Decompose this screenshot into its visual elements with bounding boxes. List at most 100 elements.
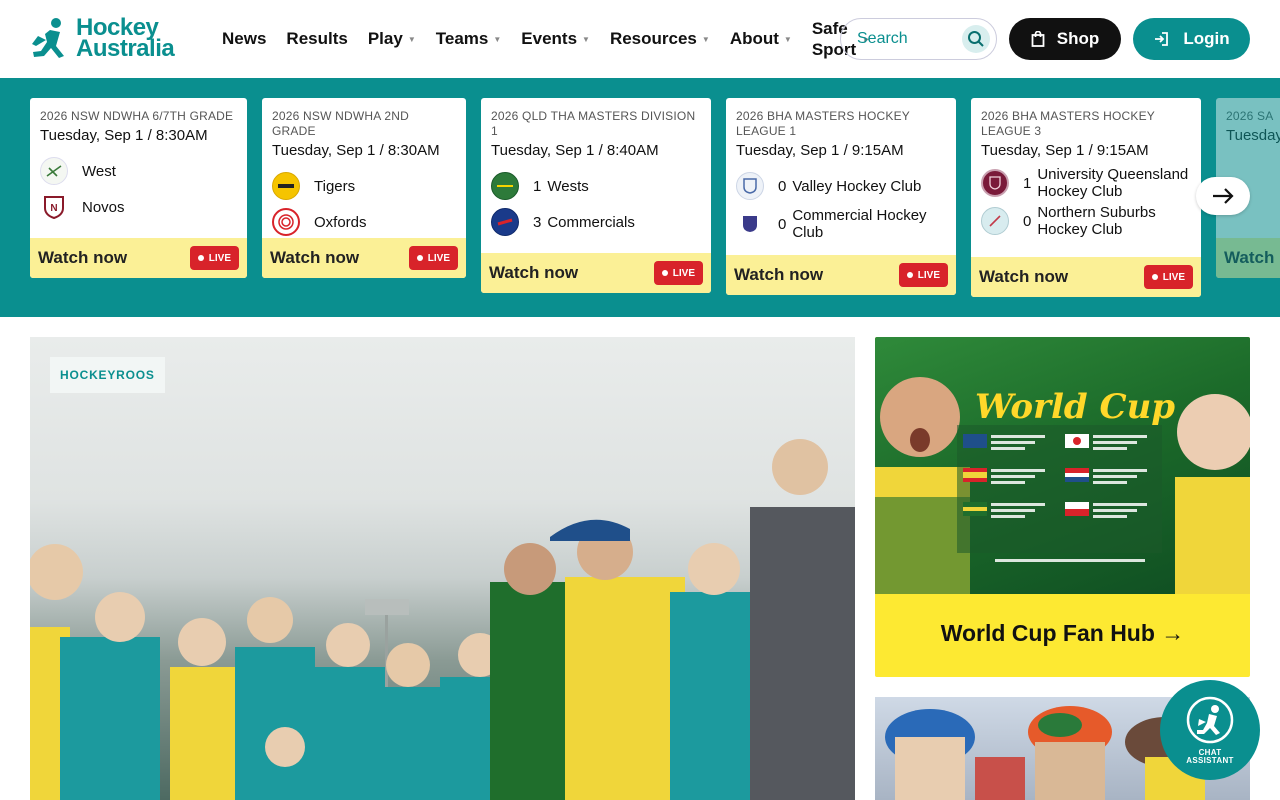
team-logo-icon (272, 208, 300, 236)
chevron-down-icon: ▼ (783, 34, 792, 44)
main-nav: News Results Play ▼ Teams ▼ Events ▼ Resour… (222, 0, 881, 78)
site-header: Hockey Australia News Results Play ▼ Team… (0, 0, 1280, 78)
team-name: Commercials (547, 213, 635, 231)
away-team: N Novos (30, 189, 247, 225)
team-logo-icon (981, 207, 1009, 235)
home-team: West (30, 153, 247, 189)
competition-name: 2026 QLD THA MASTERS DIVISION 1 (491, 109, 696, 138)
arrow-right-icon (1213, 188, 1234, 204)
live-badge: LIVE (1143, 265, 1193, 289)
live-badge: LIVE (898, 263, 948, 287)
watch-now-label: Watch now (38, 248, 128, 267)
competition-name: 2026 BHA MASTERS HOCKEY LEAGUE 3 (981, 109, 1155, 138)
watch-now-bar[interactable]: Watch now LIVE (262, 238, 466, 278)
match-date: Tuesday, Sep 1 / 8:30AM (40, 127, 208, 144)
team-logo-icon (40, 157, 68, 185)
team-score: 1 (533, 177, 542, 195)
world-cup-promo-card[interactable]: World Cup World Cup Fan Hub → (875, 337, 1250, 677)
competition-name: 2026 NSW NDWHA 6/7TH GRADE (40, 109, 234, 123)
nav-resources[interactable]: Resources ▼ (610, 29, 710, 49)
team-name: University Queensland Hockey Club (1037, 166, 1189, 200)
team-name: Oxfords (314, 213, 367, 231)
match-card[interactable]: 2026 QLD THA MASTERS DIVISION 1 Tuesday,… (481, 98, 711, 293)
team-logo-icon (272, 172, 300, 200)
competition-name: 2026 BHA MASTERS HOCKEY LEAGUE 1 (736, 109, 910, 138)
chat-label-line-2: ASSISTANT (1186, 756, 1234, 765)
hockey-player-chat-icon (1186, 696, 1234, 744)
team-name: Novos (82, 198, 125, 216)
nav-about[interactable]: About ▼ (730, 29, 792, 49)
nav-results[interactable]: Results (286, 29, 347, 49)
team-logo-icon (491, 208, 519, 236)
match-card[interactable]: 2026 NSW NDWHA 6/7TH GRADE Tuesday, Sep … (30, 98, 247, 278)
search-icon[interactable] (962, 25, 990, 53)
watch-now-bar[interactable]: Watch now LIVE (30, 238, 247, 278)
watch-now-label: Watch now (489, 263, 579, 282)
svg-text:N: N (50, 203, 57, 214)
watch-now-bar[interactable]: Watch now LIVE (971, 257, 1201, 297)
watch-now-label: Watch now (734, 265, 824, 284)
category-tag[interactable]: HOCKEYROOS (50, 357, 165, 393)
chevron-down-icon: ▼ (582, 34, 590, 44)
competition-name: 2026 SA (1226, 109, 1274, 123)
world-cup-fan-hub-link[interactable]: World Cup Fan Hub → (875, 620, 1250, 647)
team-logo-icon (981, 169, 1009, 197)
search-input[interactable] (857, 30, 957, 48)
team-logo-icon: N (40, 193, 68, 221)
team-name: West (82, 162, 116, 180)
shopping-bag-icon (1031, 31, 1045, 47)
away-team: 0 Northern Suburbs Hockey Club (971, 202, 1201, 240)
hero-feature-story[interactable]: HOCKEYROOS (30, 337, 855, 800)
team-name: Valley Hockey Club (792, 177, 922, 195)
team-score: 0 (778, 215, 787, 233)
carousel-next-button[interactable] (1196, 177, 1250, 215)
watch-now-label: Watch now (270, 248, 360, 267)
live-scores-carousel: 2026 NSW NDWHA 6/7TH GRADE Tuesday, Sep … (0, 78, 1280, 317)
team-score: 3 (533, 213, 542, 231)
match-date: Tuesday, Sep 1 / 9:15AM (981, 142, 1149, 159)
hockey-australia-logo[interactable]: Hockey Australia (30, 16, 175, 62)
away-team: Oxfords (262, 204, 466, 240)
team-score: 1 (1023, 174, 1032, 192)
logo-line-2: Australia (76, 35, 175, 62)
home-team: 0 Valley Hockey Club (726, 168, 956, 204)
nav-news[interactable]: News (222, 29, 266, 49)
home-team: 1 University Queensland Hockey Club (971, 164, 1201, 202)
watch-now-bar[interactable]: Watch now LIVE (726, 255, 956, 295)
chevron-down-icon: ▼ (701, 34, 710, 44)
away-team: 0 Commercial Hockey Club (726, 204, 956, 244)
watch-now-bar[interactable]: Watch now LIVE (481, 253, 711, 293)
chevron-down-icon: ▼ (493, 34, 502, 44)
hockeyroos-team-photo (30, 439, 855, 800)
match-card[interactable]: 2026 BHA MASTERS HOCKEY LEAGUE 1 Tuesday… (726, 98, 956, 295)
world-cup-banner-image (875, 337, 1250, 594)
match-card[interactable]: 2026 BHA MASTERS HOCKEY LEAGUE 3 Tuesday… (971, 98, 1201, 297)
match-date: Tuesday, Sep 1 / 8:40AM (491, 142, 659, 159)
team-name: Commercial Hockey Club (792, 207, 927, 241)
watch-now-label: Watch now (979, 267, 1069, 286)
team-score: 0 (778, 177, 787, 195)
team-score: 0 (1023, 212, 1032, 230)
nav-teams[interactable]: Teams ▼ (436, 29, 502, 49)
match-date: Tuesday, Sep 1 / 8:30AM (272, 142, 440, 159)
team-logo-icon (736, 172, 764, 200)
away-team: 3 Commercials (481, 204, 711, 240)
live-badge: LIVE (189, 246, 239, 270)
match-card[interactable]: 2026 NSW NDWHA 2ND GRADE Tuesday, Sep 1 … (262, 98, 466, 278)
chevron-down-icon: ▼ (407, 34, 416, 44)
watch-now-bar[interactable]: Watch now (1216, 238, 1280, 278)
nav-play[interactable]: Play ▼ (368, 29, 416, 49)
home-team: Tigers (262, 168, 466, 204)
home-team: 1 Wests (481, 168, 711, 204)
team-logo-icon (736, 210, 764, 238)
shop-button[interactable]: Shop (1009, 18, 1121, 60)
nav-events[interactable]: Events ▼ (521, 29, 590, 49)
watch-now-label: Watch now (1224, 248, 1280, 267)
search-box (840, 18, 997, 60)
login-button[interactable]: Login (1133, 18, 1250, 60)
world-cup-heading: World Cup (975, 387, 1176, 427)
chat-assistant-button[interactable]: CHAT ASSISTANT (1160, 680, 1260, 780)
match-date: Tuesday, Sep 1 / 9:15AM (736, 142, 904, 159)
live-badge: LIVE (408, 246, 458, 270)
login-icon (1155, 32, 1169, 46)
